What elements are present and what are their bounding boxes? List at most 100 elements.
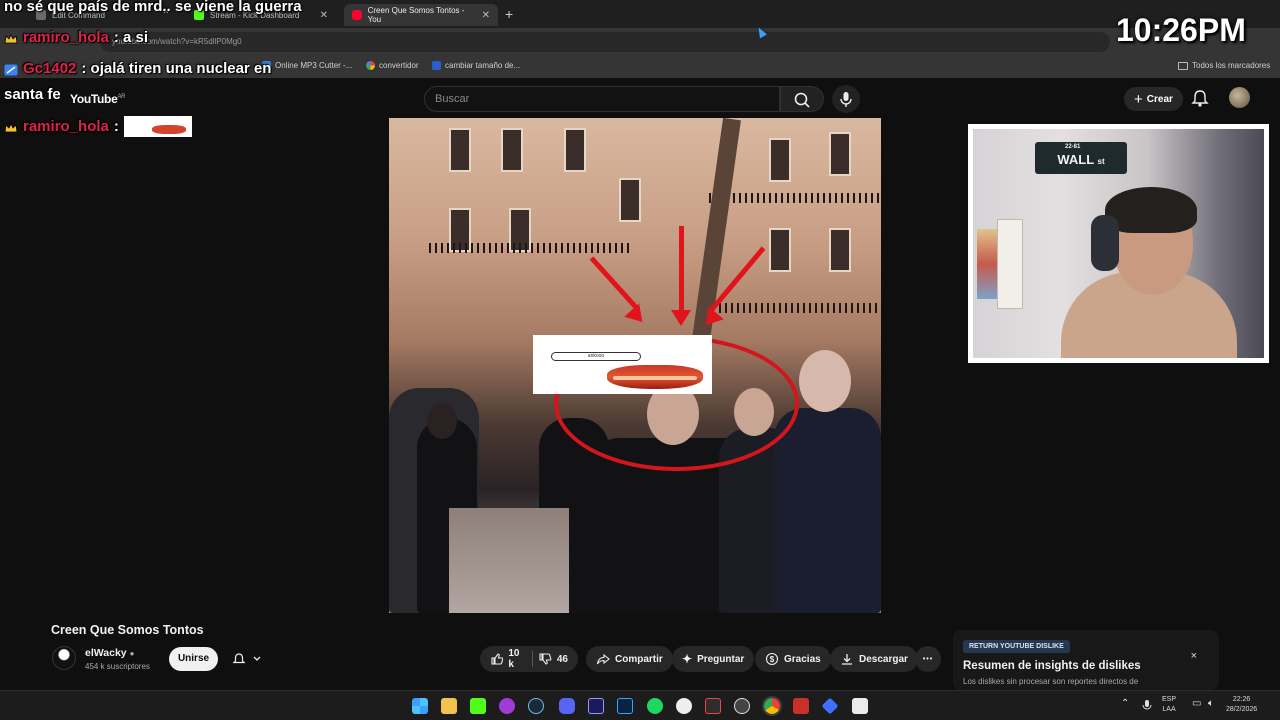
red-arrowhead [624, 303, 650, 329]
create-label: Crear [1146, 93, 1173, 105]
chevron-up-icon[interactable]: ⌃ [1121, 699, 1129, 709]
close-icon[interactable]: × [1191, 650, 1197, 662]
network-icon[interactable]: ▭ [1192, 699, 1201, 709]
more-actions-button[interactable]: ••• [915, 646, 941, 672]
notepad-icon[interactable] [852, 698, 868, 714]
app-icon[interactable] [793, 698, 809, 714]
sparkle-icon: ✦ [682, 652, 693, 666]
building-window [769, 138, 791, 182]
address-bar-row: youtube.com/watch?v=kR5dllP0Mg0 [0, 28, 1280, 56]
bookmark-mp3-cutter[interactable]: Online MP3 Cutter -... [262, 61, 352, 70]
bookmark-icon [432, 61, 441, 70]
tab-label: Creen Que Somos Tontos - You [367, 6, 465, 24]
notifications-bell-icon[interactable] [1190, 88, 1210, 108]
video-title: Creen Que Somos Tontos [51, 623, 204, 637]
share-icon [596, 653, 610, 665]
lips-emote-icon [123, 116, 192, 137]
ground [449, 508, 569, 613]
new-tab-icon[interactable]: + [505, 6, 513, 22]
red-arrow [589, 256, 641, 312]
create-button[interactable]: + Crear [1124, 87, 1183, 111]
webcam-feed: 22-81 WALL st [973, 129, 1264, 358]
app-icon[interactable] [676, 698, 692, 714]
crowd-person [774, 408, 881, 613]
channel-avatar[interactable] [52, 646, 76, 670]
chrome-icon[interactable] [762, 696, 782, 716]
microphone-icon[interactable] [1141, 699, 1153, 713]
app-icon[interactable] [499, 698, 515, 714]
like-count: 10 k [508, 648, 520, 670]
language-indicator[interactable]: ESP LAA [1162, 695, 1176, 715]
account-avatar[interactable] [1229, 87, 1250, 108]
app-icon[interactable] [821, 697, 839, 715]
dislike-count: 46 [556, 653, 568, 665]
ask-button[interactable]: ✦ Preguntar [672, 646, 755, 672]
share-button[interactable]: Compartir [586, 646, 673, 672]
search-button[interactable] [780, 86, 824, 112]
download-label: Descargar [859, 653, 908, 665]
chat-text: no sé que país de mrd.. se viene la guer… [4, 0, 302, 15]
language-code: ESP [1162, 696, 1177, 703]
chat-message-continued: santa fe [4, 86, 61, 103]
all-bookmarks-label: Todos los marcadores [1192, 61, 1271, 70]
chevron-down-icon [253, 656, 261, 661]
kick-app-icon[interactable] [470, 698, 486, 714]
wall-street-sign: 22-81 WALL st [1035, 142, 1127, 174]
bookmark-resize[interactable]: cambiar tamaño de... [432, 61, 520, 70]
region-code: AR [117, 94, 126, 100]
windows-start-icon[interactable] [412, 698, 428, 714]
lips-teeth [613, 376, 697, 380]
google-icon [366, 61, 375, 70]
crown-badge-icon [4, 121, 18, 133]
download-button[interactable]: Descargar [830, 646, 918, 672]
spotify-icon[interactable] [647, 698, 663, 714]
ask-label: Preguntar [697, 653, 745, 665]
thumbs-up-icon [491, 653, 504, 665]
channel-name[interactable]: elWacky ● [85, 647, 134, 659]
windows-taskbar: ⌃ ESP LAA ▭ 🔈︎ 22:26 28/2/2026 [0, 690, 1280, 720]
building-window [769, 228, 791, 272]
chat-username: ramiro_hola [23, 29, 109, 46]
steam-icon[interactable] [528, 698, 544, 714]
photoshop-icon[interactable] [617, 698, 633, 714]
tab-close-icon[interactable]: ✕ [482, 10, 490, 21]
tab-youtube-video[interactable]: Creen Que Somos Tontos - You ✕ [344, 4, 498, 26]
building-window [564, 128, 586, 172]
dislike-button[interactable]: 46 [538, 652, 568, 666]
wall-poster [997, 219, 1023, 309]
thanks-button[interactable]: $ Gracias [755, 646, 831, 672]
sign-text: WALL [1057, 152, 1094, 167]
obs-icon[interactable] [734, 698, 750, 714]
subscription-notifications-dropdown[interactable] [226, 647, 272, 671]
valorant-icon[interactable] [705, 698, 721, 714]
all-bookmarks[interactable]: Todos los marcadores [1178, 61, 1270, 70]
premiere-icon[interactable] [588, 698, 604, 714]
youtube-logo-text: YouTube [70, 92, 118, 106]
stream-clock-overlay: 10:26PM [1116, 12, 1246, 48]
video-player[interactable]: ankooo [389, 118, 881, 613]
tab-close-icon[interactable]: ✕ [320, 10, 328, 21]
balcony-railing [709, 193, 881, 203]
url-input[interactable]: youtube.com/watch?v=kR5dllP0Mg0 [100, 32, 1110, 52]
bookmark-convertidor[interactable]: convertidor [366, 61, 419, 70]
file-explorer-icon[interactable] [441, 698, 457, 714]
verified-icon: ● [129, 649, 135, 658]
red-arrowhead [671, 310, 691, 326]
youtube-logo[interactable]: YouTubeAR [70, 92, 125, 106]
discord-icon[interactable] [559, 698, 575, 714]
voice-search-button[interactable] [832, 85, 860, 113]
join-button[interactable]: Unirse [169, 647, 218, 671]
search-input[interactable]: Buscar [424, 86, 780, 112]
chat-message: ramiro_hola : a si [4, 29, 148, 46]
system-clock[interactable]: 22:26 28/2/2026 [1226, 695, 1257, 715]
thumbs-down-icon [539, 653, 552, 665]
webcam-overlay: 22-81 WALL st [968, 124, 1269, 363]
volume-icon[interactable]: 🔈︎ [1208, 699, 1214, 709]
chat-message: Gc1402 : ojalá tiren una nuclear en [4, 60, 271, 77]
plus-icon: + [1134, 90, 1143, 108]
panel-heading: Resumen de insights de dislikes [963, 660, 1141, 672]
like-button[interactable]: 10 k [490, 648, 527, 670]
crown-badge-icon [4, 32, 18, 44]
youtube-favicon-icon [352, 10, 362, 20]
chat-text: : [113, 118, 119, 135]
